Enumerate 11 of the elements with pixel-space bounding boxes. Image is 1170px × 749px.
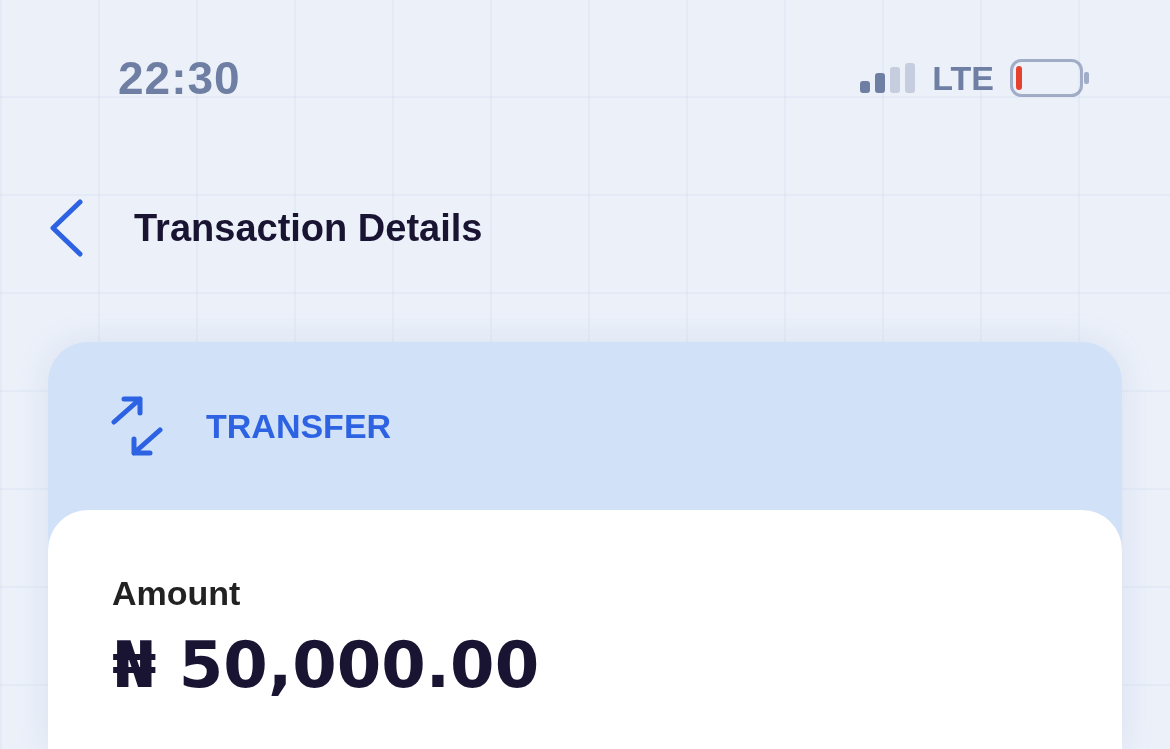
- amount-label: Amount: [112, 573, 242, 613]
- back-button[interactable]: [48, 199, 84, 257]
- back-icon: [48, 199, 84, 257]
- amount-value: ₦ 50,000.00: [112, 629, 541, 701]
- transfer-arrows-icon: [110, 396, 164, 456]
- signal-icon: [860, 63, 917, 93]
- page-title: Transaction Details: [134, 206, 483, 250]
- transaction-type: TRANSFER: [206, 406, 392, 446]
- network-label: LTE: [932, 58, 994, 98]
- battery-icon: [1010, 59, 1090, 97]
- status-time: 22:30: [118, 51, 241, 105]
